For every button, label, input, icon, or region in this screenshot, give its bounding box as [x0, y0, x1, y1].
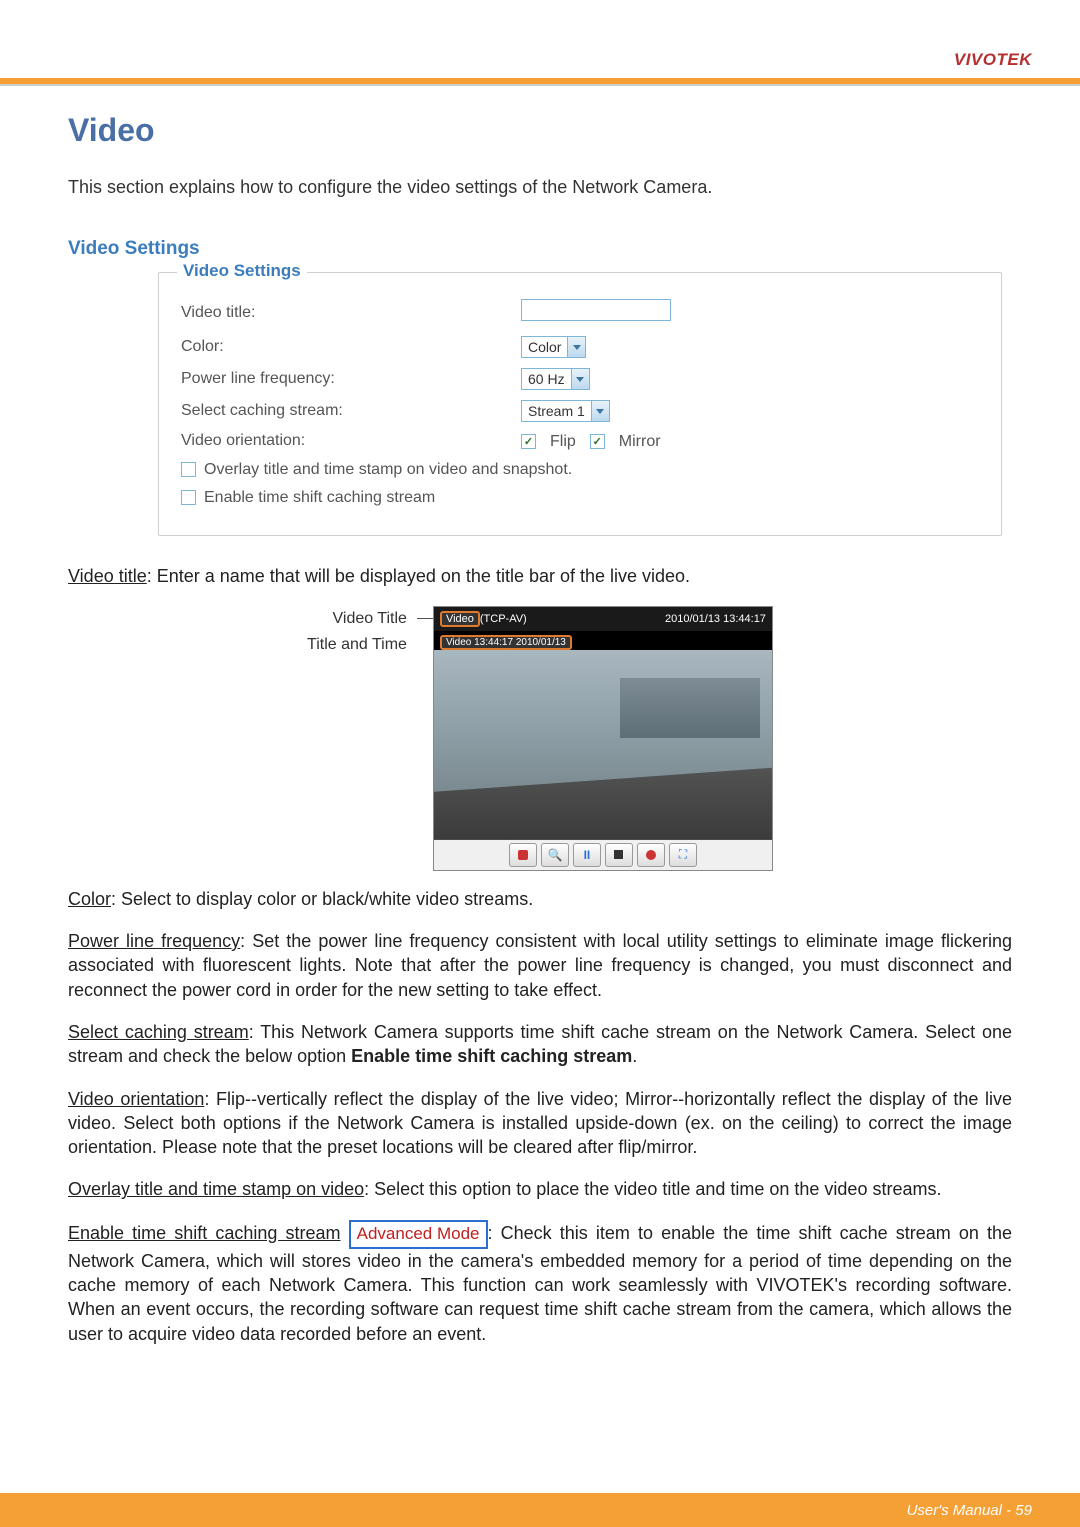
video-settings-panel: Video Settings Video title: Color: Color… — [158, 272, 1002, 536]
video-proto-label: (TCP-AV) — [480, 613, 527, 625]
power-freq-value: 60 Hz — [522, 371, 571, 387]
overlay-checkbox-label: Overlay title and time stamp on video an… — [204, 461, 572, 479]
video-preview: Video(TCP-AV) 2010/01/13 13:44:17 Video … — [433, 606, 773, 871]
page-title: Video — [68, 112, 1012, 149]
video-timestamp: 2010/01/13 13:44:17 — [665, 613, 766, 625]
timeshift-paragraph: Enable time shift caching stream Advance… — [68, 1220, 1012, 1346]
pause-button[interactable]: II — [573, 843, 601, 867]
caching-paragraph: Select caching stream: This Network Came… — [68, 1020, 1012, 1069]
overlay-paragraph: Overlay title and time stamp on video: S… — [68, 1177, 1012, 1201]
flip-checkbox[interactable] — [521, 434, 536, 449]
power-freq-label: Power line frequency: — [181, 370, 521, 388]
video-controls: 🔍 II ⛶ — [434, 840, 772, 870]
overlay-checkbox[interactable] — [181, 462, 196, 477]
video-scene — [434, 650, 772, 840]
stop-button[interactable] — [605, 843, 633, 867]
video-title-paragraph: Video title: Enter a name that will be d… — [68, 564, 1012, 588]
snapshot-button[interactable] — [509, 843, 537, 867]
intro-text: This section explains how to configure t… — [68, 177, 1012, 198]
record-button[interactable] — [637, 843, 665, 867]
orientation-label: Video orientation: — [181, 432, 521, 450]
video-title-chip: Video — [440, 611, 480, 627]
color-select-value: Color — [522, 339, 567, 355]
caching-stream-select[interactable]: Stream 1 — [521, 400, 610, 422]
caching-stream-value: Stream 1 — [522, 403, 591, 419]
power-freq-select[interactable]: 60 Hz — [521, 368, 590, 390]
header-rule — [0, 84, 1080, 86]
chevron-down-icon — [571, 369, 589, 389]
mirror-label: Mirror — [619, 433, 661, 451]
color-select[interactable]: Color — [521, 336, 586, 358]
section-subheading: Video Settings — [68, 238, 1012, 260]
flip-label: Flip — [550, 433, 576, 451]
anno-title-time: Title and Time — [307, 632, 407, 658]
caching-stream-label: Select caching stream: — [181, 402, 521, 420]
overlay-title-time-chip: Video 13:44:17 2010/01/13 — [440, 635, 572, 650]
fullscreen-button[interactable]: ⛶ — [669, 843, 697, 867]
power-paragraph: Power line frequency: Set the power line… — [68, 929, 1012, 1002]
page-footer: User's Manual - 59 — [0, 1493, 1080, 1527]
video-title-label: Video title: — [181, 304, 521, 322]
video-title-annotation: Video Title Title and Time Video(TCP-AV)… — [68, 606, 1012, 871]
brand-label: VIVOTEK — [954, 50, 1032, 70]
video-title-input[interactable] — [521, 299, 671, 321]
panel-legend: Video Settings — [177, 261, 307, 281]
advanced-mode-badge: Advanced Mode — [349, 1220, 488, 1249]
color-paragraph: Color: Select to display color or black/… — [68, 887, 1012, 911]
color-label: Color: — [181, 338, 521, 356]
chevron-down-icon — [567, 337, 585, 357]
chevron-down-icon — [591, 401, 609, 421]
orientation-paragraph: Video orientation: Flip--vertically refl… — [68, 1087, 1012, 1160]
timeshift-checkbox-label: Enable time shift caching stream — [204, 489, 435, 507]
anno-video-title: Video Title — [307, 606, 407, 632]
mirror-checkbox[interactable] — [590, 434, 605, 449]
annotation-connector — [417, 606, 433, 871]
timeshift-checkbox[interactable] — [181, 490, 196, 505]
zoom-button[interactable]: 🔍 — [541, 843, 569, 867]
